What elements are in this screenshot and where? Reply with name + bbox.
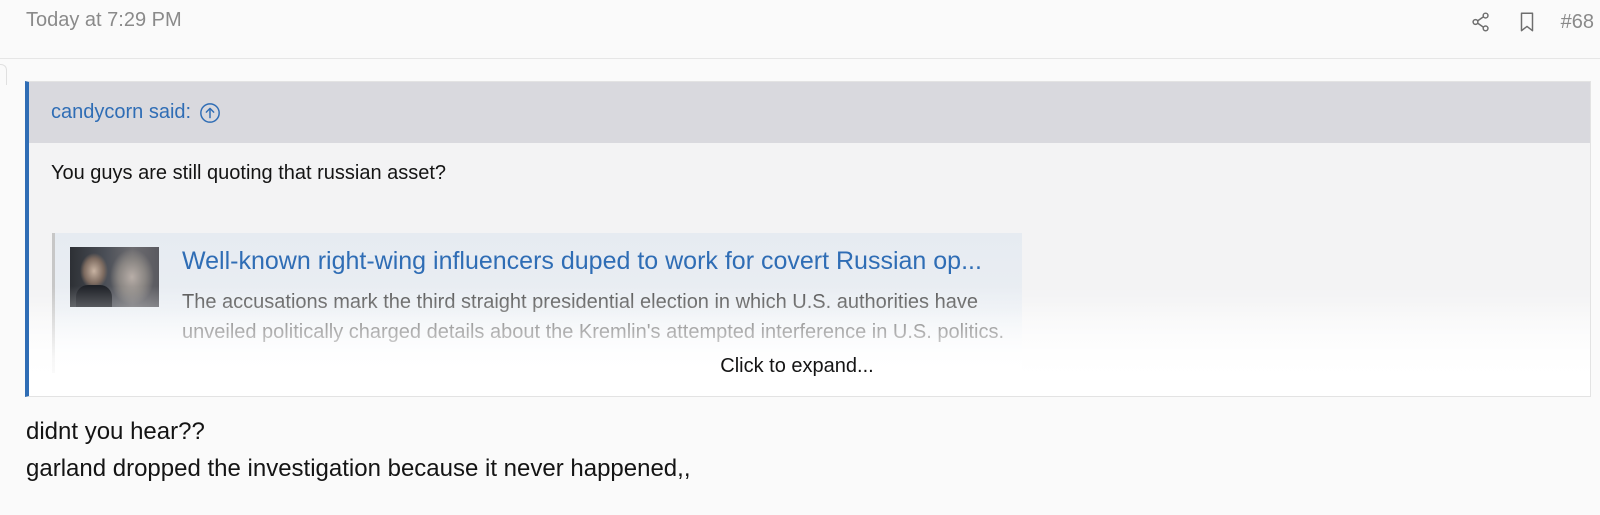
arrow-up-circle-icon[interactable]	[199, 102, 221, 124]
post-body-line: garland dropped the investigation becaus…	[26, 455, 691, 482]
quote-author-link[interactable]: candycorn said:	[51, 101, 191, 124]
message-arrow	[0, 64, 7, 85]
post-number-link[interactable]: #68	[1561, 11, 1594, 34]
quote-block: candycorn said: You guys are still quoti…	[25, 81, 1591, 397]
post-timestamp[interactable]: Today at 7:29 PM	[26, 9, 182, 32]
expand-quote-button[interactable]: Click to expand...	[29, 355, 1565, 378]
link-preview-description: The accusations mark the third straight …	[182, 291, 1005, 343]
post-body-line: didnt you hear??	[26, 418, 205, 445]
quote-text: You guys are still quoting that russian …	[51, 162, 447, 184]
thumbnail-figure	[76, 285, 112, 307]
post-header: Today at 7:29 PM #68	[0, 0, 1600, 59]
link-preview-thumbnail[interactable]	[70, 247, 159, 307]
forum-post: Today at 7:29 PM #68 candycorn said: You…	[0, 0, 1600, 515]
share-icon[interactable]	[1469, 10, 1493, 34]
quote-header: candycorn said:	[29, 82, 1590, 143]
link-preview-title[interactable]: Well-known right-wing influencers duped …	[182, 247, 1012, 276]
bookmark-icon[interactable]	[1515, 10, 1539, 34]
post-actions: #68	[1469, 8, 1594, 36]
post-body: didnt you hear?? garland dropped the inv…	[26, 413, 691, 487]
link-preview-card[interactable]: Well-known right-wing influencers duped …	[52, 233, 1022, 373]
